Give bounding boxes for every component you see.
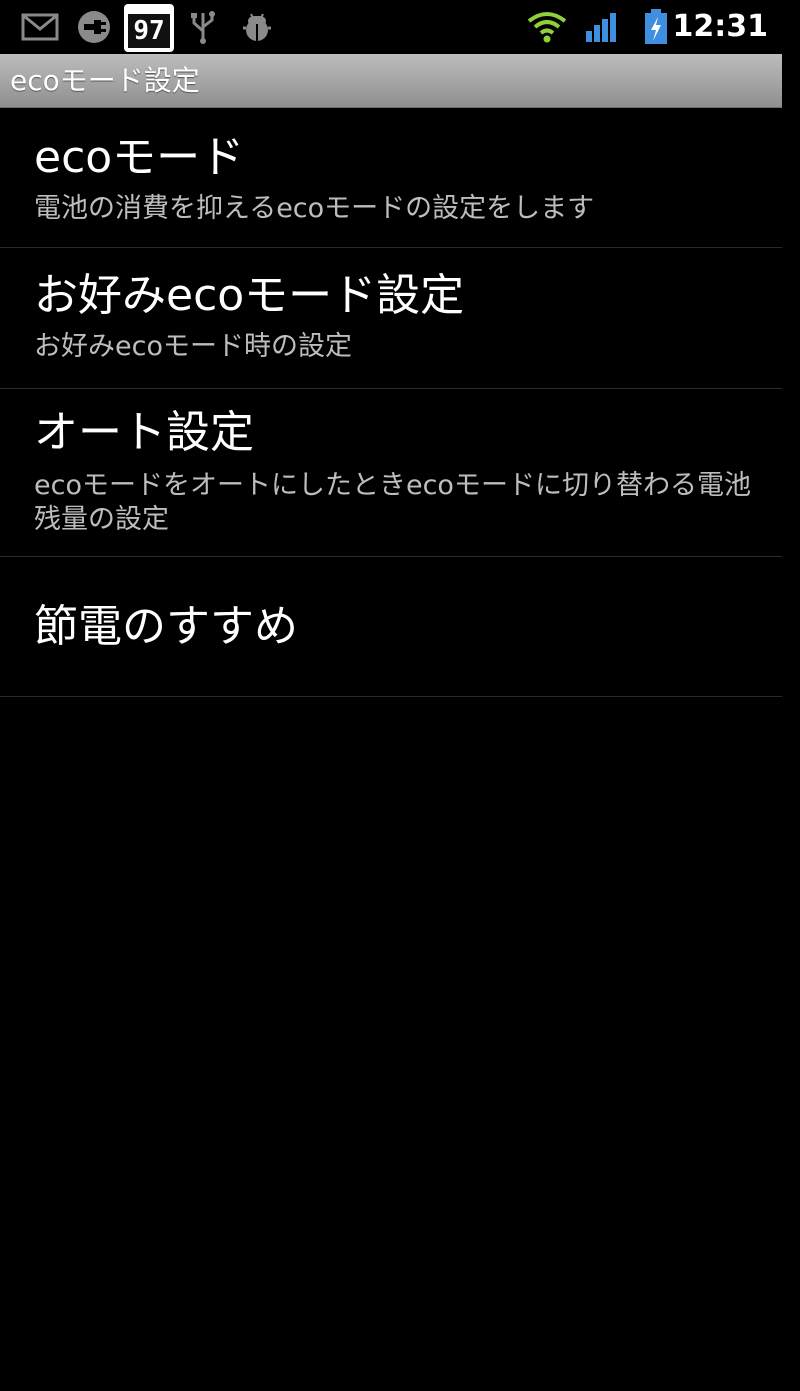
preference-title: 節電のすすめ: [34, 601, 298, 652]
status-clock: 12:31: [672, 9, 769, 44]
calendar-day: 97: [128, 14, 170, 48]
android-debug-icon: [240, 8, 274, 46]
preference-title: お好みecoモード設定: [34, 270, 465, 321]
preference-title: オート設定: [34, 407, 254, 458]
battery-charging-icon: [642, 8, 670, 46]
preference-summary: ecoモードをオートにしたときecoモードに切り替わる電池残量の設定: [34, 470, 751, 535]
calendar-icon: 97: [122, 4, 176, 52]
wifi-icon: [526, 8, 568, 46]
preference-item-eco-mode[interactable]: ecoモード 電池の消費を抑えるecoモードの設定をします: [0, 108, 782, 248]
preference-summary: 電池の消費を抑えるecoモードの設定をします: [34, 193, 595, 224]
signal-icon: [582, 8, 622, 46]
usb-plug-icon: [74, 8, 114, 46]
preference-item-power-saving-tips[interactable]: 節電のすすめ: [0, 557, 782, 697]
usb-icon: [186, 8, 220, 46]
preference-item-auto-settings[interactable]: オート設定 ecoモードをオートにしたときecoモードに切り替わる電池残量の設定: [0, 389, 782, 557]
status-bar: 97 12:31: [0, 0, 800, 54]
gmail-icon: [20, 8, 60, 46]
preference-item-favorite-eco-settings[interactable]: お好みecoモード設定 お好みecoモード時の設定: [0, 248, 782, 389]
page-title: ecoモード設定: [10, 64, 200, 97]
preference-summary: お好みecoモード時の設定: [34, 331, 352, 362]
preference-title: ecoモード: [34, 132, 245, 183]
preference-list: ecoモード 電池の消費を抑えるecoモードの設定をします お好みecoモード設…: [0, 108, 782, 697]
title-bar: ecoモード設定: [0, 54, 782, 108]
